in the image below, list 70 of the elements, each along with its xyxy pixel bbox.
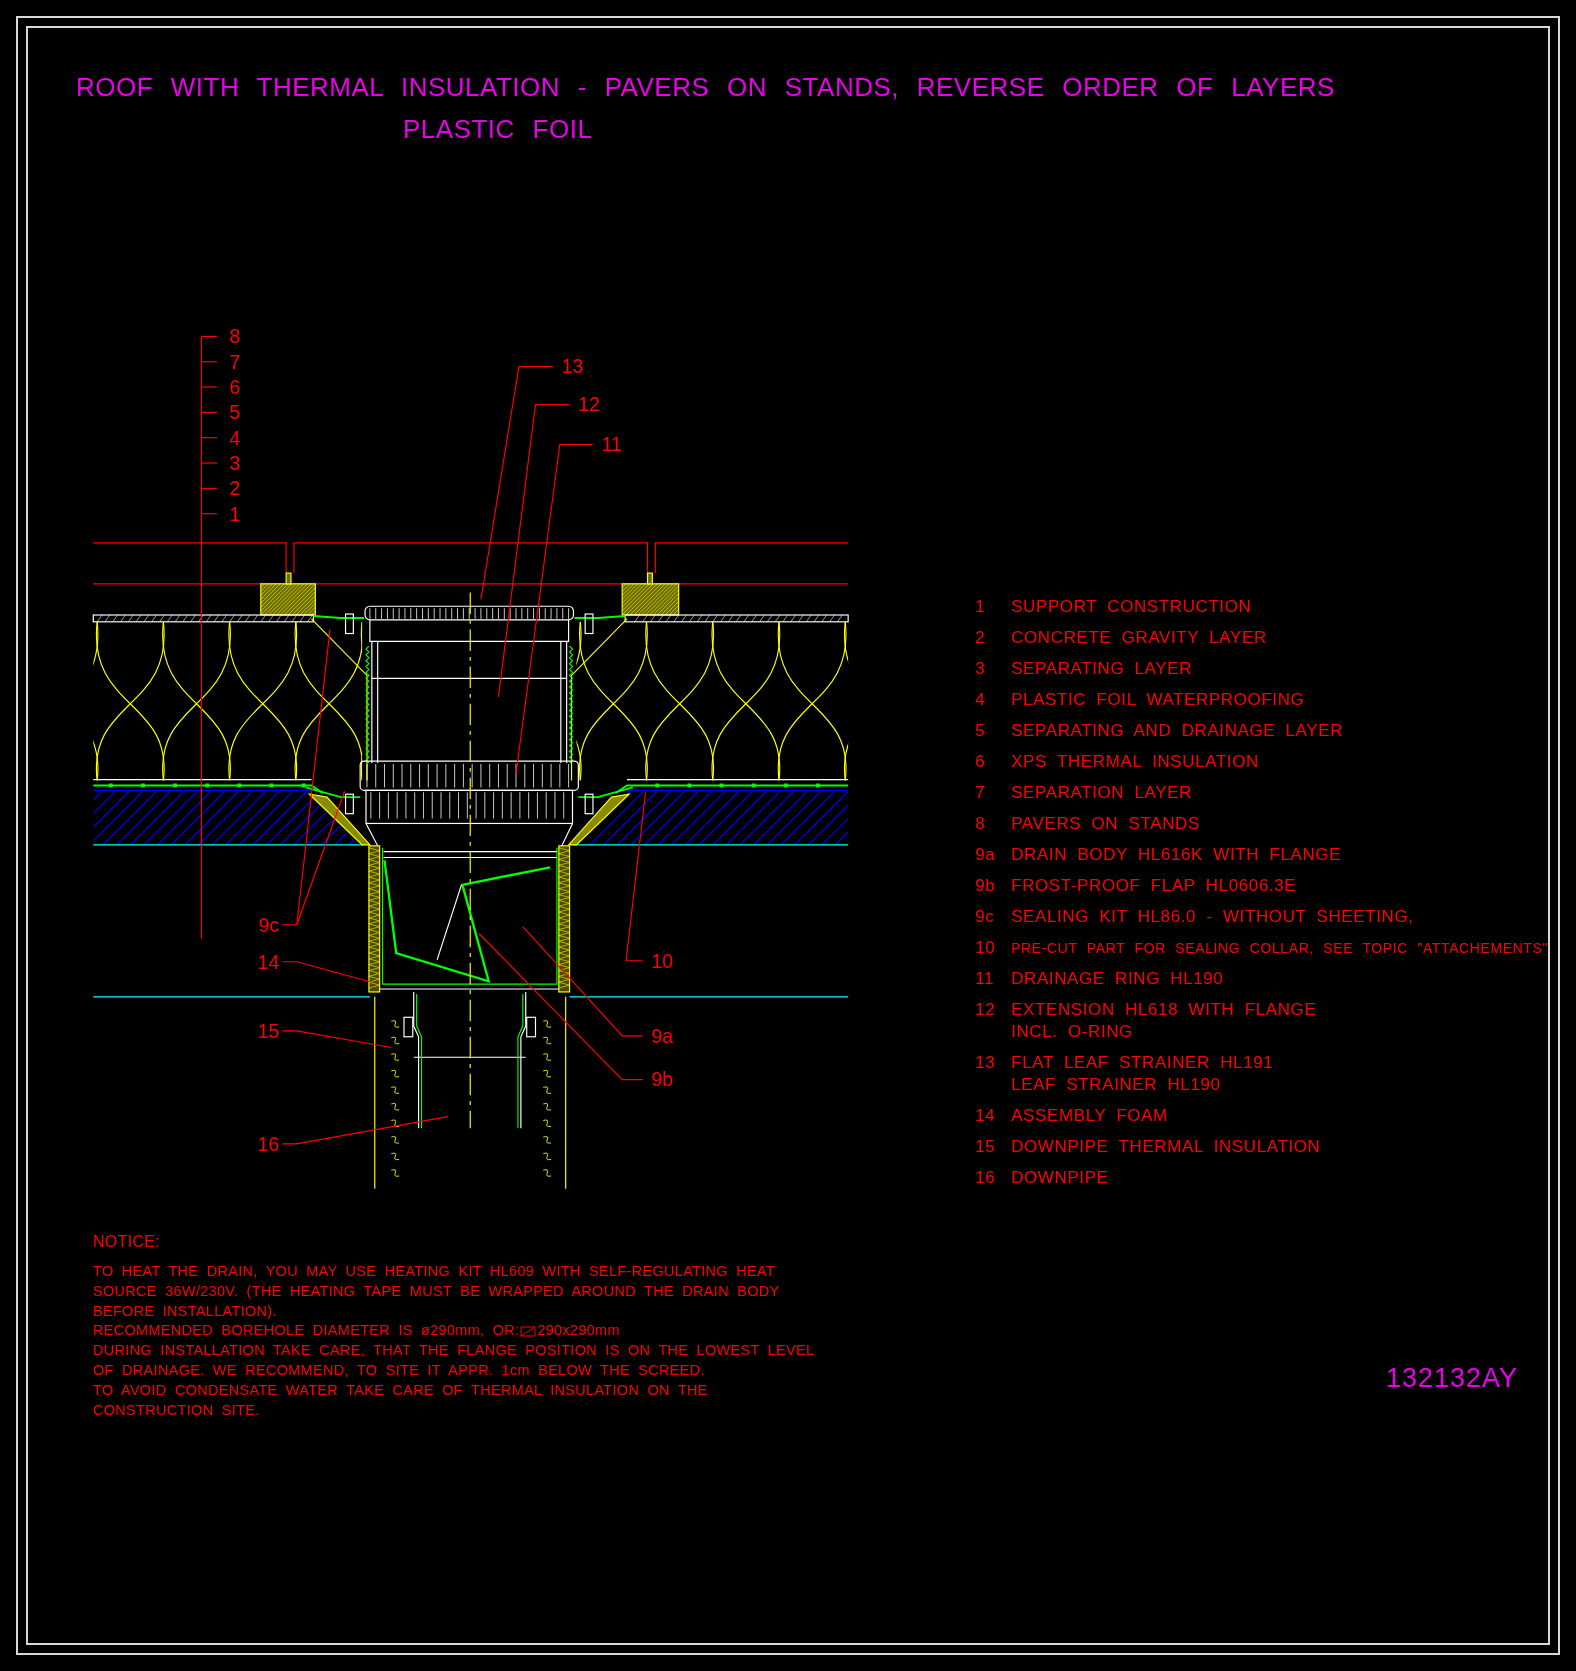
layer-number: 5 (229, 401, 241, 424)
notice-line: TO AVOID CONDENSATE WATER TAKE CARE OF THERMAL INSULATION ON THE (93, 1380, 708, 1400)
callout-label: 12 (578, 393, 600, 416)
legend-number: 2 (975, 627, 987, 649)
legend-number: 15 (975, 1136, 997, 1158)
callout-label: 11 (601, 433, 622, 456)
legend-number: 10 (975, 937, 997, 959)
callout-label: 9b (651, 1068, 674, 1091)
legend-number: 13 (975, 1052, 997, 1074)
notice-line: SOURCE 36W/230V. (THE HEATING TAPE MUST BE WRAPPED AROUND THE DRAIN BODY (93, 1281, 780, 1301)
notice-line: 290x290mm (537, 1321, 620, 1341)
legend-text: PRE-CUT PART FOR SEALING COLLAR, SEE TOPIC "ATTACHEMENTS" (1011, 939, 1548, 958)
legend-text: FROST-PROOF FLAP HL0606.3E (1011, 875, 1297, 897)
legend-text: ASSEMBLY FOAM (1011, 1105, 1168, 1127)
layer-number: 6 (229, 375, 241, 398)
legend-text: SEPARATING LAYER (1011, 658, 1193, 680)
notice-line: OF DRAINAGE. WE RECOMMEND, TO SITE IT APPR. 1cm BELOW THE SCREED. (93, 1361, 705, 1380)
square-section-icon (519, 1325, 538, 1338)
legend-number: 16 (975, 1167, 997, 1189)
notice-heading: NOTICE: (93, 1232, 160, 1252)
legend-number: 4 (975, 689, 987, 711)
layer-number: 4 (229, 426, 241, 449)
layer-number: 8 (229, 325, 241, 348)
legend-text: DOWNPIPE (1011, 1167, 1109, 1189)
callout-label: 15 (257, 1019, 280, 1042)
layer-number: 1 (229, 502, 241, 525)
notice-line: BEFORE INSTALLATION). (93, 1301, 277, 1321)
legend-number: 5 (975, 720, 987, 742)
drawing-number: 132132AY (1385, 1361, 1518, 1395)
legend-text: EXTENSION HL618 WITH FLANGE (1011, 999, 1317, 1021)
layer-number: 7 (229, 350, 241, 373)
callout-label: 10 (651, 949, 674, 972)
notice-line: RECOMMENDED BOREHOLE DIAMETER IS ø290mm, OR: (93, 1321, 520, 1341)
legend-number: 9a (975, 844, 997, 866)
notice-line: TO HEAT THE DRAIN, YOU MAY USE HEATING KIT HL609 WITH SELF-REGULATING HEAT (93, 1262, 775, 1281)
legend-number: 6 (975, 751, 987, 773)
notice-line: DURING INSTALLATION TAKE CARE, THAT THE FLANGE POSITION IS ON THE LOWEST LEVEL (93, 1341, 815, 1361)
notice-line: CONSTRUCTION SITE. (93, 1400, 260, 1420)
legend-number: 3 (975, 658, 987, 680)
callout-label: 9a (651, 1024, 674, 1047)
legend-text: XPS THERMAL INSULATION (1011, 751, 1259, 773)
legend-text: PLASTIC FOIL WATERPROOFING (1011, 689, 1305, 711)
callout-label: 16 (257, 1132, 280, 1155)
legend-text: SEALING KIT HL86.0 - WITHOUT SHEETING, (1011, 906, 1414, 928)
layer-number: 3 (229, 451, 241, 474)
legend-number: 8 (975, 813, 987, 835)
legend-text: SEPARATION LAYER (1011, 782, 1193, 804)
legend-number: 9b (975, 875, 997, 897)
legend-text: SUPPORT CONSTRUCTION (1011, 596, 1252, 618)
legend-number: 9c (975, 906, 996, 928)
legend-text: LEAF STRAINER HL190 (1011, 1074, 1222, 1096)
legend-number: 11 (975, 968, 996, 990)
callout-label: 14 (257, 950, 280, 973)
legend-text: SEPARATING AND DRAINAGE LAYER (1011, 720, 1344, 742)
layer-number: 2 (229, 477, 241, 500)
legend-text: DRAINAGE RING HL190 (1011, 968, 1224, 990)
legend-text: DRAIN BODY HL616K WITH FLANGE (1011, 844, 1342, 866)
legend-number: 14 (975, 1105, 997, 1127)
drawing-title: ROOF WITH THERMAL INSULATION - PAVERS ON STANDS, REVERSE ORDER OF LAYERS (76, 71, 1335, 104)
callout-label: 13 (561, 355, 584, 378)
legend-number: 12 (975, 999, 997, 1021)
callout-label: 9c (258, 913, 280, 936)
legend-text: FLAT LEAF STRAINER HL191 (1011, 1052, 1274, 1074)
legend-number: 7 (975, 782, 987, 804)
legend-text: CONCRETE GRAVITY LAYER (1011, 627, 1267, 649)
legend-text: INCL. O-RING (1011, 1021, 1134, 1043)
legend-number: 1 (975, 596, 987, 618)
drawing-subtitle: PLASTIC FOIL (403, 113, 593, 146)
legend-text: DOWNPIPE THERMAL INSULATION (1011, 1136, 1321, 1158)
legend-text: PAVERS ON STANDS (1011, 813, 1200, 835)
